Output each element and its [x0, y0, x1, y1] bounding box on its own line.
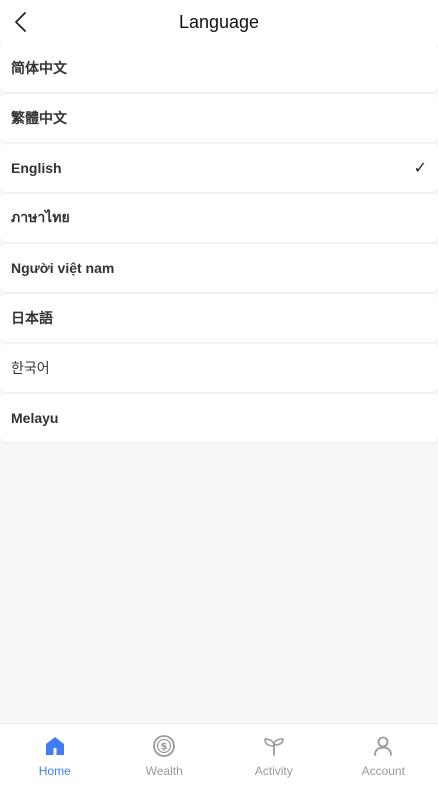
checkmark-icon: ✓: [414, 158, 427, 178]
language-option-korean[interactable]: 한국어: [0, 344, 438, 392]
language-list: 简体中文 繁體中文 English ✓ ภาษาไทย Người việt n…: [0, 44, 438, 444]
tab-home[interactable]: Home: [0, 724, 110, 785]
page-title: Language: [0, 12, 438, 33]
dollar-coin-icon: $: [151, 733, 177, 759]
language-option-traditional-chinese[interactable]: 繁體中文: [0, 94, 438, 142]
tab-label: Home: [39, 764, 71, 778]
language-label: Người việt nam: [11, 260, 114, 276]
user-icon: [370, 733, 396, 759]
header-bar: Language: [0, 0, 438, 44]
sprout-icon: [261, 733, 287, 759]
tab-account[interactable]: Account: [329, 724, 438, 785]
language-option-simplified-chinese[interactable]: 简体中文: [0, 44, 438, 92]
bottom-tab-bar: Home $ Wealth Activity Acco: [0, 723, 438, 785]
language-label: 简体中文: [11, 58, 67, 78]
language-label: 日本語: [11, 308, 53, 328]
language-label: 한국어: [11, 358, 50, 378]
tab-activity[interactable]: Activity: [219, 724, 329, 785]
language-label: Melayu: [11, 410, 58, 426]
language-label: 繁體中文: [11, 108, 67, 128]
tab-label: Account: [362, 764, 405, 778]
language-option-japanese[interactable]: 日本語: [0, 294, 438, 342]
svg-text:$: $: [161, 742, 168, 753]
language-label: English: [11, 160, 62, 176]
language-option-thai[interactable]: ภาษาไทย: [0, 194, 438, 242]
tab-label: Activity: [255, 764, 293, 778]
language-option-vietnamese[interactable]: Người việt nam: [0, 244, 438, 292]
tab-label: Wealth: [146, 764, 183, 778]
language-label: ภาษาไทย: [11, 207, 70, 229]
language-option-english[interactable]: English ✓: [0, 144, 438, 192]
home-icon: [42, 733, 68, 759]
language-option-malay[interactable]: Melayu: [0, 394, 438, 442]
tab-wealth[interactable]: $ Wealth: [110, 724, 220, 785]
